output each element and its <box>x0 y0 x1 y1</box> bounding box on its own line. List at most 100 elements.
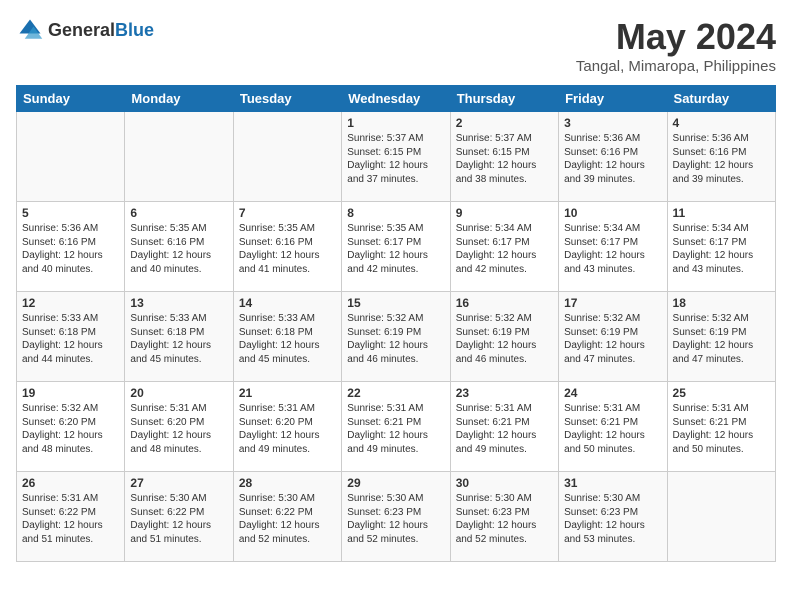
day-number: 23 <box>456 386 553 400</box>
day-number: 31 <box>564 476 661 490</box>
calendar-cell <box>233 112 341 202</box>
day-info: Sunrise: 5:31 AM Sunset: 6:21 PM Dayligh… <box>673 402 770 456</box>
day-info: Sunrise: 5:32 AM Sunset: 6:19 PM Dayligh… <box>673 312 770 366</box>
calendar-cell: 3 Sunrise: 5:36 AM Sunset: 6:16 PM Daylig… <box>559 112 667 202</box>
week-row-1: 1 Sunrise: 5:37 AM Sunset: 6:15 PM Daylig… <box>17 112 776 202</box>
logo-text-general: General <box>48 20 115 40</box>
calendar-cell: 10 Sunrise: 5:34 AM Sunset: 6:17 PM Dayli… <box>559 202 667 292</box>
day-number: 25 <box>673 386 770 400</box>
calendar-cell: 16 Sunrise: 5:32 AM Sunset: 6:19 PM Dayli… <box>450 292 558 382</box>
day-info: Sunrise: 5:30 AM Sunset: 6:23 PM Dayligh… <box>564 492 661 546</box>
day-number: 5 <box>22 206 119 220</box>
calendar-cell <box>125 112 233 202</box>
calendar-cell: 15Sunrise: 5:32 AM Sunset: 6:19 PM Dayli… <box>342 292 450 382</box>
day-number: 8 <box>347 206 444 220</box>
day-info: Sunrise: 5:36 AM Sunset: 6:16 PM Dayligh… <box>673 132 770 186</box>
day-number: 28 <box>239 476 336 490</box>
day-number: 15 <box>347 296 444 310</box>
day-header-sunday: Sunday <box>17 86 125 112</box>
calendar-cell: 13 Sunrise: 5:33 AM Sunset: 6:18 PM Dayli… <box>125 292 233 382</box>
day-info: Sunrise: 5:31 AM Sunset: 6:22 PM Dayligh… <box>22 492 119 546</box>
day-info: Sunrise: 5:32 AM Sunset: 6:19 PM Dayligh… <box>456 312 553 366</box>
logo-text-blue: Blue <box>115 20 154 40</box>
day-number: 13 <box>130 296 227 310</box>
day-number: 26 <box>22 476 119 490</box>
day-info: Sunrise: 5:34 AM Sunset: 6:17 PM Dayligh… <box>564 222 661 276</box>
calendar-cell: 17 Sunrise: 5:32 AM Sunset: 6:19 PM Dayli… <box>559 292 667 382</box>
logo-icon <box>16 16 44 44</box>
day-info: Sunrise: 5:33 AM Sunset: 6:18 PM Dayligh… <box>130 312 227 366</box>
title-block: May 2024 Tangal, Mimaropa, Philippines <box>576 16 776 75</box>
week-row-4: 19 Sunrise: 5:32 AM Sunset: 6:20 PM Dayli… <box>17 382 776 472</box>
day-info: Sunrise: 5:37 AM Sunset: 6:15 PM Dayligh… <box>347 132 444 186</box>
day-info: Sunrise: 5:30 AM Sunset: 6:23 PM Dayligh… <box>347 492 444 546</box>
calendar-cell: 20Sunrise: 5:31 AM Sunset: 6:20 PM Dayli… <box>125 382 233 472</box>
day-number: 2 <box>456 116 553 130</box>
calendar-cell: 1 Sunrise: 5:37 AM Sunset: 6:15 PM Daylig… <box>342 112 450 202</box>
day-number: 27 <box>130 476 227 490</box>
day-info: Sunrise: 5:31 AM Sunset: 6:20 PM Dayligh… <box>239 402 336 456</box>
day-header-monday: Monday <box>125 86 233 112</box>
day-number: 10 <box>564 206 661 220</box>
week-row-2: 5 Sunrise: 5:36 AM Sunset: 6:16 PM Daylig… <box>17 202 776 292</box>
day-number: 3 <box>564 116 661 130</box>
calendar-cell: 2Sunrise: 5:37 AM Sunset: 6:15 PM Daylig… <box>450 112 558 202</box>
day-info: Sunrise: 5:36 AM Sunset: 6:16 PM Dayligh… <box>564 132 661 186</box>
days-header-row: SundayMondayTuesdayWednesdayThursdayFrid… <box>17 86 776 112</box>
day-info: Sunrise: 5:34 AM Sunset: 6:17 PM Dayligh… <box>456 222 553 276</box>
calendar-cell: 21Sunrise: 5:31 AM Sunset: 6:20 PM Dayli… <box>233 382 341 472</box>
calendar-cell <box>17 112 125 202</box>
calendar-cell: 26 Sunrise: 5:31 AM Sunset: 6:22 PM Dayli… <box>17 472 125 562</box>
calendar-cell: 5 Sunrise: 5:36 AM Sunset: 6:16 PM Daylig… <box>17 202 125 292</box>
day-number: 30 <box>456 476 553 490</box>
calendar-cell: 12Sunrise: 5:33 AM Sunset: 6:18 PM Dayli… <box>17 292 125 382</box>
day-info: Sunrise: 5:32 AM Sunset: 6:20 PM Dayligh… <box>22 402 119 456</box>
logo: GeneralBlue <box>16 16 154 44</box>
calendar-cell: 19 Sunrise: 5:32 AM Sunset: 6:20 PM Dayli… <box>17 382 125 472</box>
day-number: 24 <box>564 386 661 400</box>
month-year: May 2024 <box>576 16 776 58</box>
day-number: 11 <box>673 206 770 220</box>
day-number: 4 <box>673 116 770 130</box>
day-info: Sunrise: 5:30 AM Sunset: 6:22 PM Dayligh… <box>130 492 227 546</box>
day-number: 19 <box>22 386 119 400</box>
calendar-cell: 30 Sunrise: 5:30 AM Sunset: 6:23 PM Dayli… <box>450 472 558 562</box>
day-number: 18 <box>673 296 770 310</box>
calendar-cell: 25 Sunrise: 5:31 AM Sunset: 6:21 PM Dayli… <box>667 382 775 472</box>
day-info: Sunrise: 5:31 AM Sunset: 6:21 PM Dayligh… <box>456 402 553 456</box>
day-number: 1 <box>347 116 444 130</box>
week-row-3: 12 Sunrise: 5:33 AM Sunset: 6:18 PM Dayli… <box>17 292 776 382</box>
day-info: Sunrise: 5:31 AM Sunset: 6:21 PM Dayligh… <box>347 402 444 456</box>
day-header-tuesday: Tuesday <box>233 86 341 112</box>
day-info: Sunrise: 5:31 AM Sunset: 6:20 PM Dayligh… <box>130 402 227 456</box>
day-number: 16 <box>456 296 553 310</box>
location: Tangal, Mimaropa, Philippines <box>576 58 776 75</box>
day-number: 7 <box>239 206 336 220</box>
calendar-table: SundayMondayTuesdayWednesdayThursdayFrid… <box>16 85 776 562</box>
week-row-5: 26 Sunrise: 5:31 AM Sunset: 6:22 PM Dayli… <box>17 472 776 562</box>
calendar-cell: 14Sunrise: 5:33 AM Sunset: 6:18 PM Dayli… <box>233 292 341 382</box>
day-info: Sunrise: 5:30 AM Sunset: 6:22 PM Dayligh… <box>239 492 336 546</box>
day-number: 17 <box>564 296 661 310</box>
day-info: Sunrise: 5:32 AM Sunset: 6:19 PM Dayligh… <box>564 312 661 366</box>
day-info: Sunrise: 5:30 AM Sunset: 6:23 PM Dayligh… <box>456 492 553 546</box>
calendar-cell: 24 Sunrise: 5:31 AM Sunset: 6:21 PM Dayli… <box>559 382 667 472</box>
day-info: Sunrise: 5:35 AM Sunset: 6:16 PM Dayligh… <box>239 222 336 276</box>
day-info: Sunrise: 5:31 AM Sunset: 6:21 PM Dayligh… <box>564 402 661 456</box>
day-number: 12 <box>22 296 119 310</box>
calendar-cell: 8Sunrise: 5:35 AM Sunset: 6:17 PM Daylig… <box>342 202 450 292</box>
day-number: 9 <box>456 206 553 220</box>
day-info: Sunrise: 5:33 AM Sunset: 6:18 PM Dayligh… <box>239 312 336 366</box>
day-number: 22 <box>347 386 444 400</box>
calendar-cell: 29 Sunrise: 5:30 AM Sunset: 6:23 PM Dayli… <box>342 472 450 562</box>
day-number: 29 <box>347 476 444 490</box>
calendar-cell: 7 Sunrise: 5:35 AM Sunset: 6:16 PM Daylig… <box>233 202 341 292</box>
calendar-cell <box>667 472 775 562</box>
day-info: Sunrise: 5:34 AM Sunset: 6:17 PM Dayligh… <box>673 222 770 276</box>
day-info: Sunrise: 5:35 AM Sunset: 6:16 PM Dayligh… <box>130 222 227 276</box>
day-info: Sunrise: 5:36 AM Sunset: 6:16 PM Dayligh… <box>22 222 119 276</box>
day-number: 6 <box>130 206 227 220</box>
page-header: GeneralBlue May 2024 Tangal, Mimaropa, P… <box>16 16 776 75</box>
calendar-cell: 22 Sunrise: 5:31 AM Sunset: 6:21 PM Dayli… <box>342 382 450 472</box>
calendar-cell: 28 Sunrise: 5:30 AM Sunset: 6:22 PM Dayli… <box>233 472 341 562</box>
